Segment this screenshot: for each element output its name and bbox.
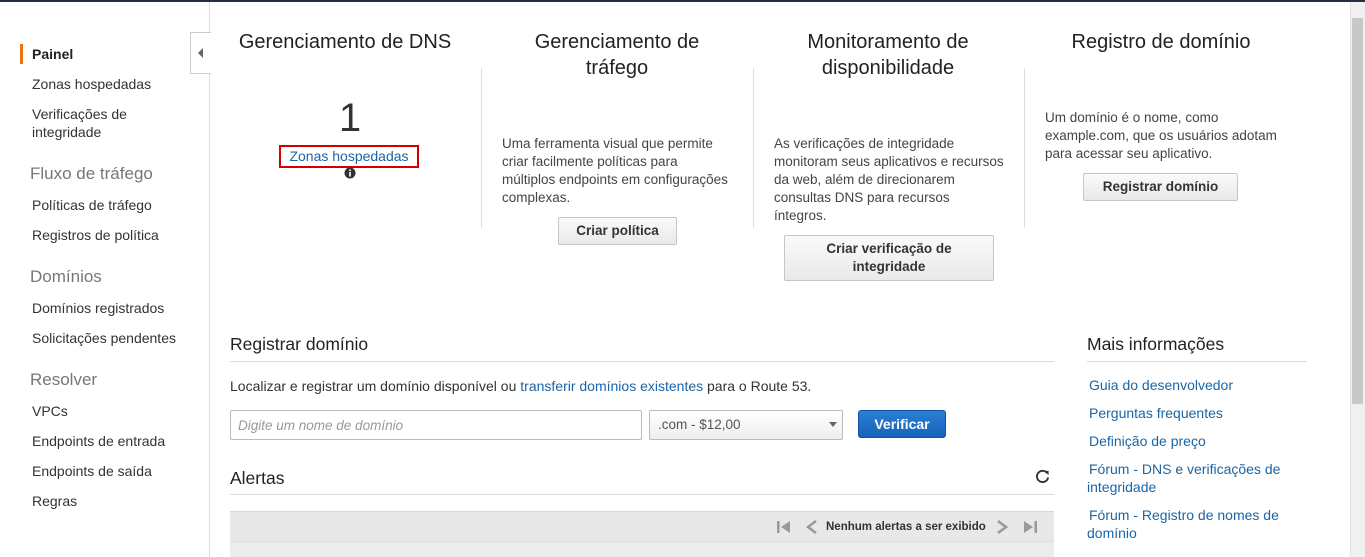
create-policy-button[interactable]: Criar política — [558, 217, 677, 245]
sidebar-item-registros-politica[interactable]: Registros de política — [32, 226, 159, 244]
section-divider — [230, 494, 1054, 495]
register-desc-prefix: Localizar e registrar um domínio disponí… — [230, 378, 517, 394]
sidebar-item-politicas[interactable]: Políticas de tráfego — [32, 196, 152, 214]
last-page-icon[interactable] — [1022, 519, 1038, 535]
tld-select-value: .com - $12,00 — [658, 417, 741, 432]
sidebar-item-verificacoes[interactable]: Verificações de integridade — [32, 105, 162, 141]
availability-card-title: Monitoramento de disponibilidade — [807, 31, 969, 79]
card-divider — [1024, 68, 1025, 228]
first-page-icon[interactable] — [776, 519, 792, 535]
active-indicator — [20, 44, 23, 64]
registration-card-title: Registro de domínio — [1071, 31, 1251, 53]
sidebar-item-painel[interactable]: Painel — [32, 45, 73, 63]
register-desc-suffix: para o Route 53. — [707, 378, 812, 394]
register-domain-card-button[interactable]: Registrar domínio — [1083, 173, 1238, 201]
refresh-icon[interactable] — [1035, 469, 1050, 484]
sidebar-item-vpcs[interactable]: VPCs — [32, 402, 68, 420]
availability-card-text: As verificações de integridade monitoram… — [774, 136, 1004, 223]
dns-card-title: Gerenciamento de DNS — [238, 31, 452, 53]
sidebar-item-solicitacoes[interactable]: Solicitações pendentes — [32, 329, 176, 347]
section-divider — [1087, 361, 1307, 362]
chevron-left-icon — [198, 48, 203, 58]
tld-select[interactable]: .com - $12,00 — [649, 410, 843, 440]
faq-link[interactable]: Perguntas frequentes — [1089, 404, 1223, 422]
info-icon[interactable] — [344, 167, 356, 179]
collapse-sidebar-button[interactable] — [190, 32, 211, 74]
sidebar-item-zonas-hospedadas[interactable]: Zonas hospedadas — [32, 75, 151, 93]
domain-name-input[interactable] — [230, 410, 642, 440]
sidebar-item-dominios-registrados[interactable]: Domínios registrados — [32, 299, 164, 317]
prev-page-icon[interactable] — [806, 519, 818, 535]
forum-domain-registration-link[interactable]: Fórum - Registro de nomes de domínio — [1087, 506, 1297, 542]
chevron-down-icon — [829, 422, 837, 427]
sidebar-section-dominios: Domínios — [30, 267, 102, 286]
registration-card-text: Um domínio é o nome, como example.com, q… — [1045, 110, 1277, 161]
alerts-title: Alertas — [230, 468, 285, 488]
register-domain-title: Registrar domínio — [230, 334, 369, 354]
card-divider — [753, 68, 754, 228]
traffic-card-text: Uma ferramenta visual que permite criar … — [502, 136, 728, 205]
sidebar-section-fluxo: Fluxo de tráfego — [30, 164, 153, 183]
traffic-card-title: Gerenciamento de tráfego — [534, 31, 700, 79]
sidebar-item-endpoints-saida[interactable]: Endpoints de saída — [32, 462, 152, 480]
hosted-zones-link[interactable]: Zonas hospedadas — [279, 145, 419, 168]
alerts-table-header: Nenhum alertas a ser exibido — [230, 511, 1054, 541]
create-health-check-button[interactable]: Criar verificação de integridade — [784, 235, 994, 281]
transfer-domains-link[interactable]: transferir domínios existentes — [520, 378, 703, 394]
section-divider — [230, 361, 1054, 362]
more-info-title: Mais informações — [1087, 334, 1225, 354]
scrollbar-thumb[interactable] — [1352, 18, 1363, 404]
sidebar-item-endpoints-entrada[interactable]: Endpoints de entrada — [32, 432, 165, 450]
pricing-link[interactable]: Definição de preço — [1089, 432, 1206, 450]
card-divider — [481, 68, 482, 228]
developer-guide-link[interactable]: Guia do desenvolvedor — [1089, 376, 1233, 394]
hosted-zones-count: 1 — [338, 96, 362, 140]
sidebar-section-resolver: Resolver — [30, 370, 98, 389]
verify-button[interactable]: Verificar — [858, 410, 946, 438]
alerts-table-body — [230, 541, 1054, 557]
next-page-icon[interactable] — [996, 519, 1008, 535]
sidebar-item-regras[interactable]: Regras — [32, 492, 77, 510]
forum-dns-link[interactable]: Fórum - DNS e verificações de integridad… — [1087, 460, 1297, 496]
alerts-empty-message: Nenhum alertas a ser exibido — [826, 521, 986, 533]
sidebar: Painel Zonas hospedadas Verificações de … — [0, 2, 210, 557]
register-domain-description: Localizar e registrar um domínio disponí… — [230, 377, 811, 395]
